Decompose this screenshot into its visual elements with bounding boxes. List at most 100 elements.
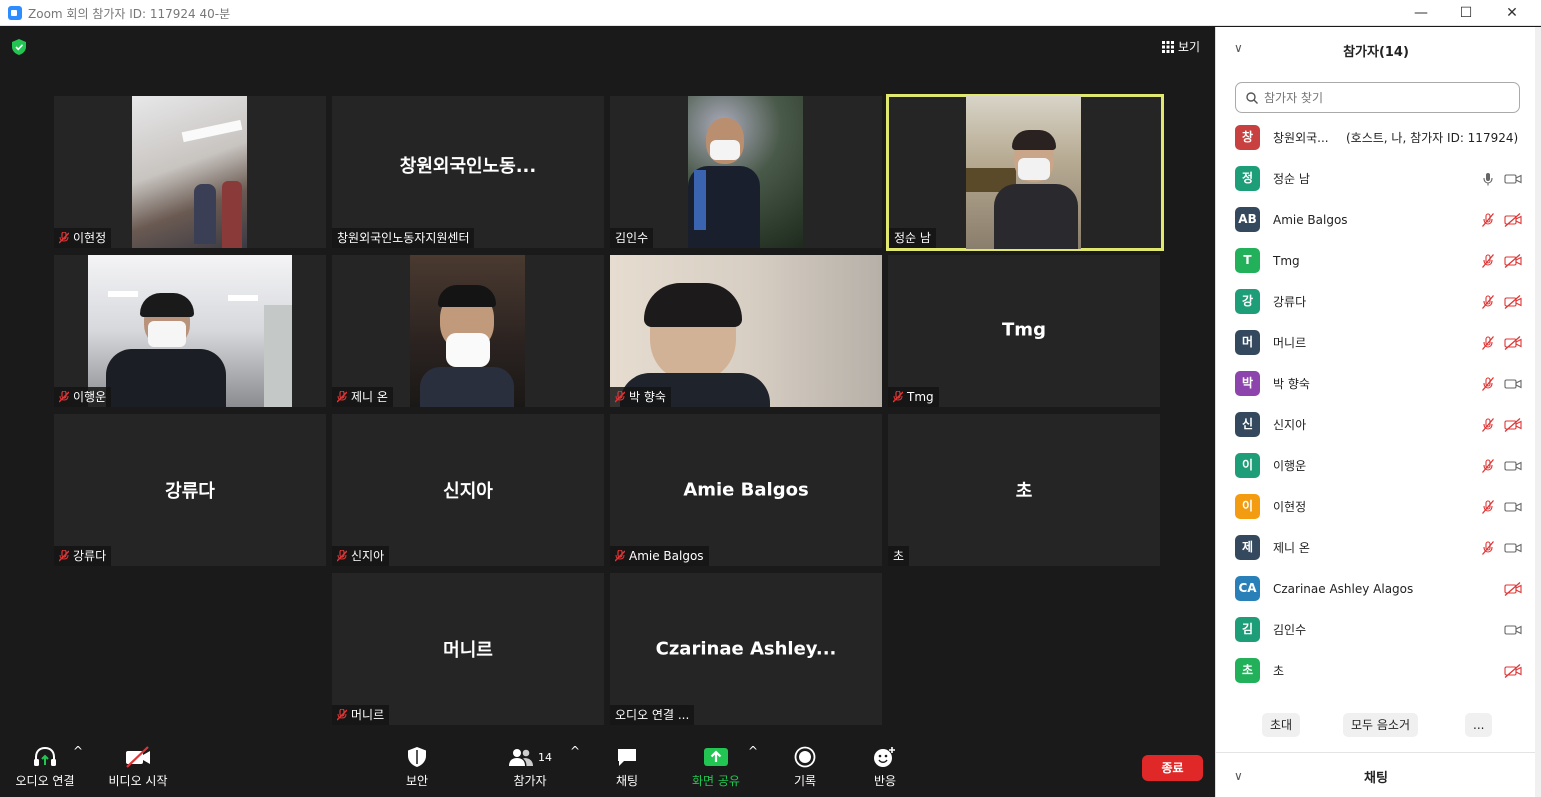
participant-row[interactable]: 박 박 향숙 bbox=[1216, 363, 1536, 404]
participants-icon bbox=[509, 749, 533, 766]
camera-on-icon[interactable] bbox=[1504, 378, 1522, 390]
security-button[interactable]: 보안 bbox=[392, 744, 442, 789]
record-button[interactable]: 기록 bbox=[782, 744, 828, 789]
participant-row[interactable]: T Tmg bbox=[1216, 240, 1536, 281]
participant-status-icons bbox=[1482, 540, 1522, 555]
panel-scrollbar[interactable] bbox=[1535, 27, 1541, 797]
video-off-icon bbox=[126, 746, 150, 768]
mic-muted-icon bbox=[893, 391, 903, 403]
camera-off-icon[interactable] bbox=[1504, 663, 1522, 678]
participant-row[interactable]: 창 창원외국... (호스트, 나, 참가자 ID: 117924) bbox=[1216, 117, 1536, 158]
video-tile-active-speaker[interactable]: 정순 남 bbox=[886, 94, 1164, 251]
participants-options-caret[interactable]: ^ bbox=[570, 744, 580, 758]
video-tile[interactable]: 이현정 bbox=[54, 96, 326, 248]
video-tile[interactable]: Amie Balgos Amie Balgos bbox=[610, 414, 882, 566]
camera-off-icon[interactable] bbox=[1504, 212, 1522, 227]
participant-name: 신지아 bbox=[1273, 418, 1307, 432]
video-tile[interactable]: 강류다 강류다 bbox=[54, 414, 326, 566]
participant-search-box[interactable] bbox=[1235, 82, 1520, 113]
participant-row[interactable]: 김 김인수 bbox=[1216, 609, 1536, 650]
mic-muted-icon[interactable] bbox=[1482, 212, 1494, 227]
camera-off-icon[interactable] bbox=[1504, 253, 1522, 268]
meeting-area: 보기 이현정 창원외국인노동... 창원외국인노동자지원센터 김인수 정순 남 … bbox=[0, 27, 1215, 797]
participant-name-label: 김인수 bbox=[610, 228, 654, 248]
title-bar: Zoom 회의 참가자 ID: 117924 40-분 — ☐ ✕ bbox=[0, 0, 1541, 26]
video-tile[interactable]: Tmg Tmg bbox=[888, 255, 1160, 407]
camera-off-icon[interactable] bbox=[1504, 581, 1522, 596]
reactions-button[interactable]: 반응 bbox=[862, 744, 908, 789]
video-tile[interactable]: 신지아 신지아 bbox=[332, 414, 604, 566]
mic-muted-icon[interactable] bbox=[1482, 376, 1494, 391]
audio-options-caret[interactable]: ^ bbox=[73, 744, 83, 758]
mic-muted-icon[interactable] bbox=[1482, 540, 1494, 555]
view-button[interactable]: 보기 bbox=[1156, 37, 1206, 57]
video-tile[interactable]: Czarinae Ashley... 오디오 연결 ... bbox=[610, 573, 882, 725]
share-screen-icon bbox=[704, 748, 728, 766]
participant-name: 강류다 bbox=[1273, 295, 1307, 309]
participant-name-label: 이행운 bbox=[54, 387, 112, 407]
participant-search-input[interactable] bbox=[1264, 90, 1504, 105]
video-tile[interactable]: 박 향숙 bbox=[610, 255, 882, 407]
participant-name: 박 향숙 bbox=[1273, 377, 1310, 391]
mic-muted-icon[interactable] bbox=[1482, 499, 1494, 514]
participant-row[interactable]: 머 머니르 bbox=[1216, 322, 1536, 363]
participant-row[interactable]: AB Amie Balgos bbox=[1216, 199, 1536, 240]
mic-on-icon[interactable] bbox=[1482, 172, 1494, 186]
mute-all-button[interactable]: 모두 음소거 bbox=[1343, 713, 1419, 737]
participant-status-icons bbox=[1482, 172, 1522, 186]
video-tile[interactable]: 이행운 bbox=[54, 255, 326, 407]
share-screen-button[interactable]: 화면 공유 bbox=[686, 744, 746, 789]
camera-on-icon[interactable] bbox=[1504, 460, 1522, 472]
camera-off-icon[interactable] bbox=[1504, 335, 1522, 350]
maximize-button[interactable]: ☐ bbox=[1451, 2, 1481, 24]
camera-on-icon[interactable] bbox=[1504, 173, 1522, 185]
video-tile[interactable]: 제니 온 bbox=[332, 255, 604, 407]
participant-row[interactable]: 정 정순 남 bbox=[1216, 158, 1536, 199]
participant-row[interactable]: 이 이현정 bbox=[1216, 486, 1536, 527]
participant-row[interactable]: 신 신지아 bbox=[1216, 404, 1536, 445]
video-tile[interactable]: 초 초 bbox=[888, 414, 1160, 566]
participant-name-label: 창원외국인노동자지원센터 bbox=[332, 228, 475, 248]
participant-name: 이현정 bbox=[1273, 500, 1307, 514]
invite-button[interactable]: 초대 bbox=[1262, 713, 1301, 737]
participant-name-label: 박 향숙 bbox=[610, 387, 671, 407]
video-tile[interactable]: 김인수 bbox=[610, 96, 882, 248]
mic-muted-icon bbox=[615, 550, 625, 562]
camera-on-icon[interactable] bbox=[1504, 542, 1522, 554]
participant-status-icons bbox=[1482, 294, 1522, 309]
mic-muted-icon[interactable] bbox=[1482, 417, 1494, 432]
minimize-button[interactable]: — bbox=[1406, 2, 1436, 24]
mic-muted-icon[interactable] bbox=[1482, 294, 1494, 309]
chat-button[interactable]: 채팅 bbox=[602, 744, 652, 789]
video-tile[interactable]: 창원외국인노동... 창원외국인노동자지원센터 bbox=[332, 96, 604, 248]
video-feed bbox=[132, 96, 247, 248]
participant-status-icons bbox=[1482, 624, 1522, 636]
video-button[interactable]: 비디오 시작 bbox=[100, 744, 176, 789]
participant-name: 창원외국... bbox=[1273, 131, 1329, 145]
participant-row[interactable]: 제 제니 온 bbox=[1216, 527, 1536, 568]
participant-row[interactable]: 강 강류다 bbox=[1216, 281, 1536, 322]
participants-count: 14 bbox=[538, 750, 552, 764]
participant-big-name: 신지아 bbox=[443, 481, 493, 502]
camera-on-icon[interactable] bbox=[1504, 624, 1522, 636]
reaction-emoji-icon bbox=[874, 747, 895, 767]
camera-off-icon[interactable] bbox=[1504, 294, 1522, 309]
mic-muted-icon[interactable] bbox=[1482, 253, 1494, 268]
headphones-icon bbox=[34, 746, 56, 766]
end-meeting-button[interactable]: 종료 bbox=[1142, 755, 1203, 781]
camera-off-icon[interactable] bbox=[1504, 417, 1522, 432]
mic-muted-icon[interactable] bbox=[1482, 335, 1494, 350]
mic-muted-icon bbox=[59, 550, 69, 562]
more-options-button[interactable]: ... bbox=[1465, 713, 1493, 737]
avatar: CA bbox=[1235, 576, 1260, 601]
share-options-caret[interactable]: ^ bbox=[748, 744, 758, 758]
camera-on-icon[interactable] bbox=[1504, 501, 1522, 513]
mic-muted-icon[interactable] bbox=[1482, 458, 1494, 473]
participant-row[interactable]: CA Czarinae Ashley Alagos bbox=[1216, 568, 1536, 609]
close-button[interactable]: ✕ bbox=[1497, 2, 1527, 24]
participant-row[interactable]: 초초 bbox=[1216, 650, 1536, 691]
video-tile[interactable]: 머니르 머니르 bbox=[332, 573, 604, 725]
participant-row[interactable]: 이 이행운 bbox=[1216, 445, 1536, 486]
security-shield-icon[interactable] bbox=[12, 39, 26, 55]
participants-button[interactable]: 14 참가자 bbox=[500, 744, 560, 789]
